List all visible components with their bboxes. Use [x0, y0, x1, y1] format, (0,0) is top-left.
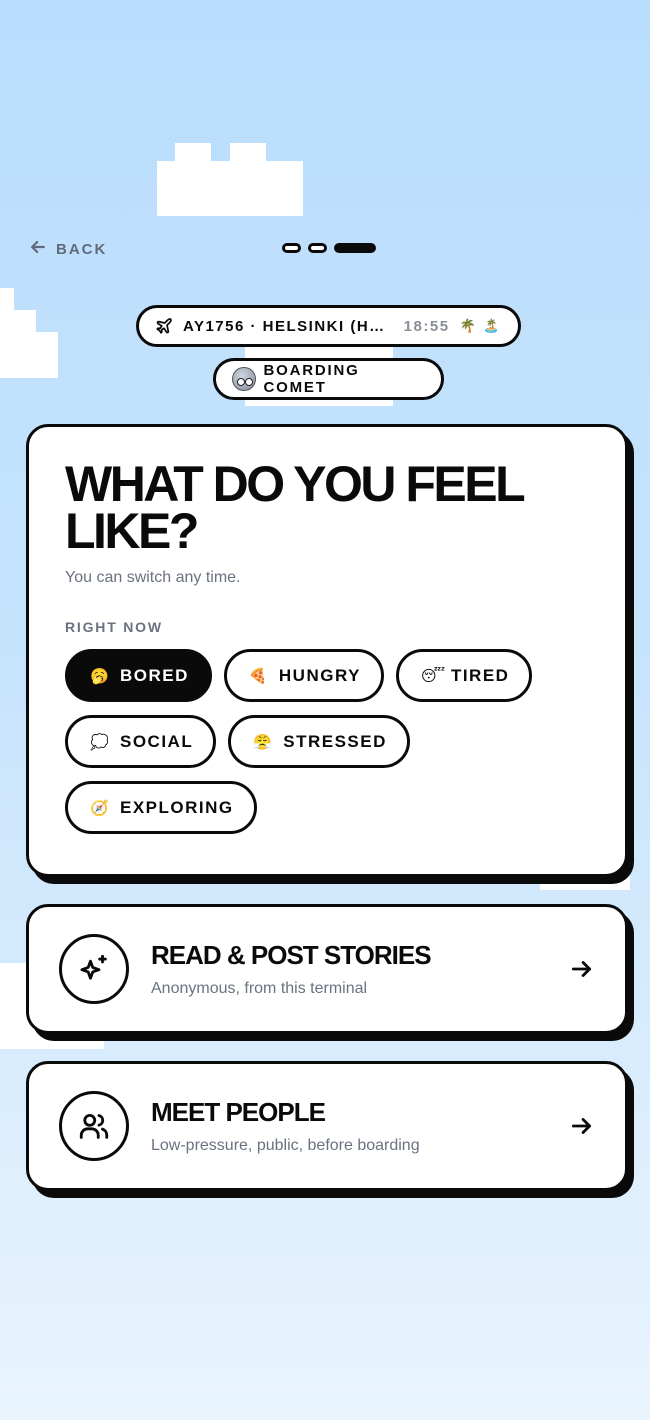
- mood-chip-exploring[interactable]: 🧭 EXPLORING: [65, 781, 257, 834]
- mood-chip-tired[interactable]: 😴 TIRED: [395, 649, 533, 702]
- steam-face-icon: 😤: [253, 733, 274, 751]
- action-subtitle: Low-pressure, public, before boarding: [151, 1137, 420, 1154]
- mood-chip-list: 🥱 BORED 🍕 HUNGRY 😴 TIRED 💭 SOCIAL 😤 STRE…: [65, 649, 535, 834]
- comet-avatar-icon: [232, 367, 256, 391]
- airplane-icon: [155, 317, 173, 335]
- mood-chip-label: SOCIAL: [120, 731, 194, 751]
- page-subtitle: You can switch any time.: [65, 569, 241, 586]
- sparkles-icon: [59, 934, 129, 1004]
- section-label: RIGHT NOW: [65, 619, 163, 635]
- compass-icon: 🧭: [90, 799, 111, 817]
- mood-chip-label: BORED: [120, 665, 189, 685]
- yawning-face-icon: 🥱: [90, 667, 111, 685]
- read-post-stories-button[interactable]: READ & POST STORIES Anonymous, from this…: [26, 904, 628, 1034]
- arrow-right-icon: [569, 1113, 595, 1139]
- arrow-right-icon: [569, 956, 595, 982]
- mood-chip-label: TIRED: [450, 665, 510, 685]
- mood-chip-hungry[interactable]: 🍕 HUNGRY: [223, 649, 384, 702]
- page-title: WHAT DO YOU FEEL LIKE?: [65, 456, 525, 559]
- cloud-decoration: [0, 332, 58, 378]
- progress-step: [308, 243, 327, 253]
- progress-step-current: [334, 243, 376, 253]
- arrow-left-icon: [28, 237, 48, 261]
- flight-pill[interactable]: AY1756 · HELSINKI (H… 18:55 🌴 🏝️: [136, 305, 521, 347]
- mood-chip-bored[interactable]: 🥱 BORED: [65, 649, 212, 702]
- mood-chip-stressed[interactable]: 😤 STRESSED: [228, 715, 410, 768]
- comet-label: BOARDING COMET: [263, 362, 360, 396]
- destination-emojis: 🌴 🏝️: [459, 318, 502, 333]
- people-icon: [59, 1091, 129, 1161]
- mood-chip-social[interactable]: 💭 SOCIAL: [65, 715, 217, 768]
- comet-badge[interactable]: BOARDING COMET: [213, 358, 444, 400]
- action-subtitle: Anonymous, from this terminal: [151, 980, 368, 997]
- flight-departure-time: 18:55: [403, 317, 450, 335]
- progress-step: [282, 243, 301, 253]
- pizza-icon: 🍕: [248, 667, 270, 685]
- step-progress: [282, 243, 376, 253]
- meet-people-button[interactable]: MEET PEOPLE Low-pressure, public, before…: [26, 1061, 628, 1191]
- mood-chip-label: EXPLORING: [120, 797, 234, 817]
- action-title: READ & POST STORIES: [151, 940, 432, 970]
- mood-chip-label: STRESSED: [283, 731, 387, 751]
- back-label: BACK: [56, 240, 108, 258]
- cloud-decoration: [175, 143, 211, 163]
- cloud-decoration: [230, 143, 266, 163]
- mood-card: WHAT DO YOU FEEL LIKE? You can switch an…: [26, 424, 628, 877]
- cloud-decoration: [266, 179, 303, 199]
- action-title: MEET PEOPLE: [151, 1097, 326, 1127]
- sleeping-face-icon: 😴: [420, 667, 447, 685]
- flight-route: AY1756 · HELSINKI (H…: [183, 317, 386, 335]
- thought-bubble-icon: 💭: [90, 733, 111, 751]
- back-button[interactable]: BACK: [28, 237, 107, 261]
- mood-chip-label: HUNGRY: [278, 665, 361, 685]
